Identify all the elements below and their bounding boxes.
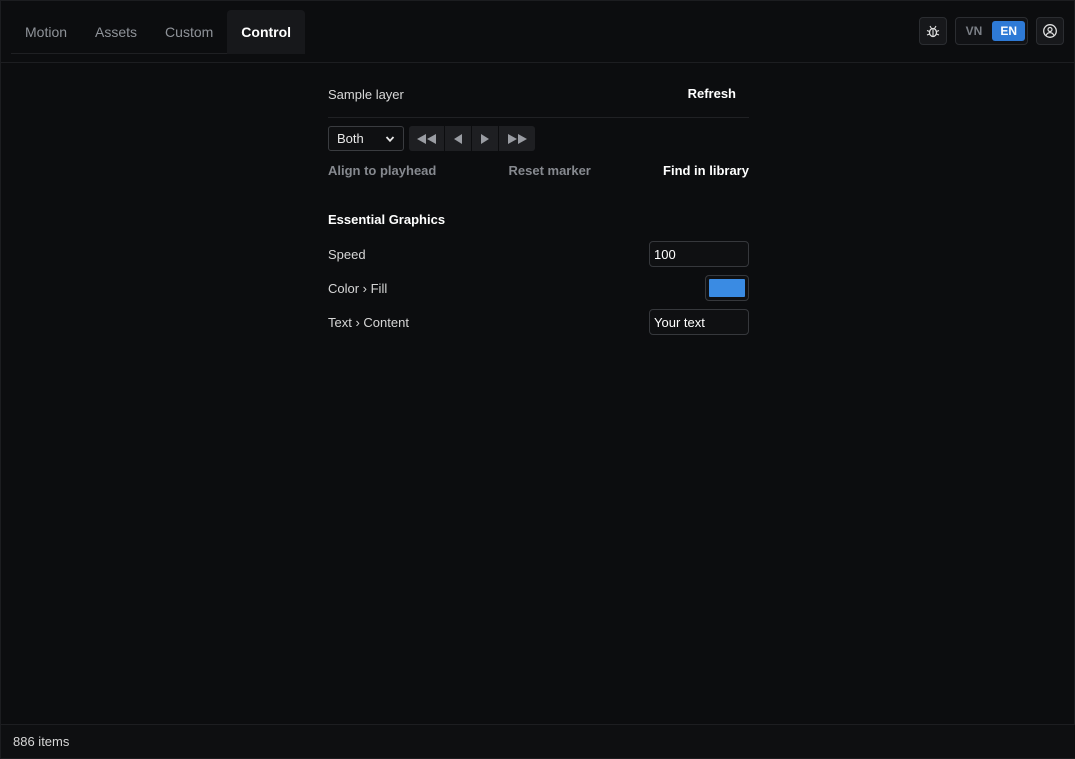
lang-en[interactable]: EN [992, 21, 1025, 41]
header-actions: VN EN [918, 17, 1064, 45]
color-fill-picker[interactable] [705, 275, 749, 301]
tab-bar: Motion Assets Custom Control [11, 10, 306, 54]
tab-control[interactable]: Control [227, 10, 306, 54]
property-color-fill: Color › Fill [328, 275, 749, 301]
debug-button[interactable] [918, 17, 947, 45]
step-back-icon [454, 133, 462, 144]
language-toggle: VN EN [954, 17, 1028, 45]
step-back-button[interactable] [445, 126, 472, 151]
lang-vn[interactable]: VN [958, 21, 991, 41]
fast-forward-button[interactable] [499, 126, 535, 151]
reset-marker-button[interactable]: Reset marker [508, 163, 590, 178]
account-button[interactable] [1036, 17, 1064, 45]
tab-assets[interactable]: Assets [81, 10, 151, 54]
play-icon [481, 133, 489, 144]
item-count: 886 items [13, 734, 70, 749]
tab-custom[interactable]: Custom [151, 10, 227, 54]
transport-bar [409, 126, 535, 151]
color-fill-label: Color › Fill [328, 280, 388, 296]
align-to-playhead-button[interactable]: Align to playhead [328, 163, 436, 178]
speed-label: Speed [328, 246, 366, 262]
refresh-button[interactable]: Refresh [688, 86, 736, 101]
essential-graphics-title: Essential Graphics [328, 212, 446, 227]
marker-actions: Align to playhead Reset marker Find in l… [328, 163, 749, 178]
fast-forward-icon [508, 133, 527, 144]
header: Motion Assets Custom Control VN EN [1, 1, 1075, 63]
rewind-button[interactable] [409, 126, 445, 151]
text-content-input[interactable] [649, 309, 749, 335]
layer-name: Sample layer [328, 86, 404, 102]
control-panel: Sample layer Refresh Both Align to playh… [328, 63, 749, 335]
property-speed: Speed [328, 241, 749, 267]
color-fill-swatch [709, 279, 745, 297]
app-window: Motion Assets Custom Control VN EN Sampl… [0, 0, 1075, 759]
text-content-label: Text › Content [328, 314, 409, 330]
find-in-library-button[interactable]: Find in library [663, 163, 749, 178]
chevron-down-icon [385, 135, 395, 142]
play-button[interactable] [472, 126, 499, 151]
tab-motion[interactable]: Motion [11, 10, 81, 54]
layer-row: Sample layer Refresh [328, 63, 749, 118]
essential-graphics-properties: Speed Color › Fill Text › Content [328, 241, 749, 335]
bug-icon [926, 25, 939, 38]
status-bar: 886 items [1, 724, 1075, 758]
property-text-content: Text › Content [328, 309, 749, 335]
rewind-icon [416, 133, 436, 144]
mode-select-value: Both [337, 131, 364, 146]
user-circle-icon [1043, 24, 1057, 38]
speed-input[interactable] [649, 241, 749, 267]
mode-select[interactable]: Both [328, 126, 404, 151]
playback-controls: Both [328, 126, 749, 151]
